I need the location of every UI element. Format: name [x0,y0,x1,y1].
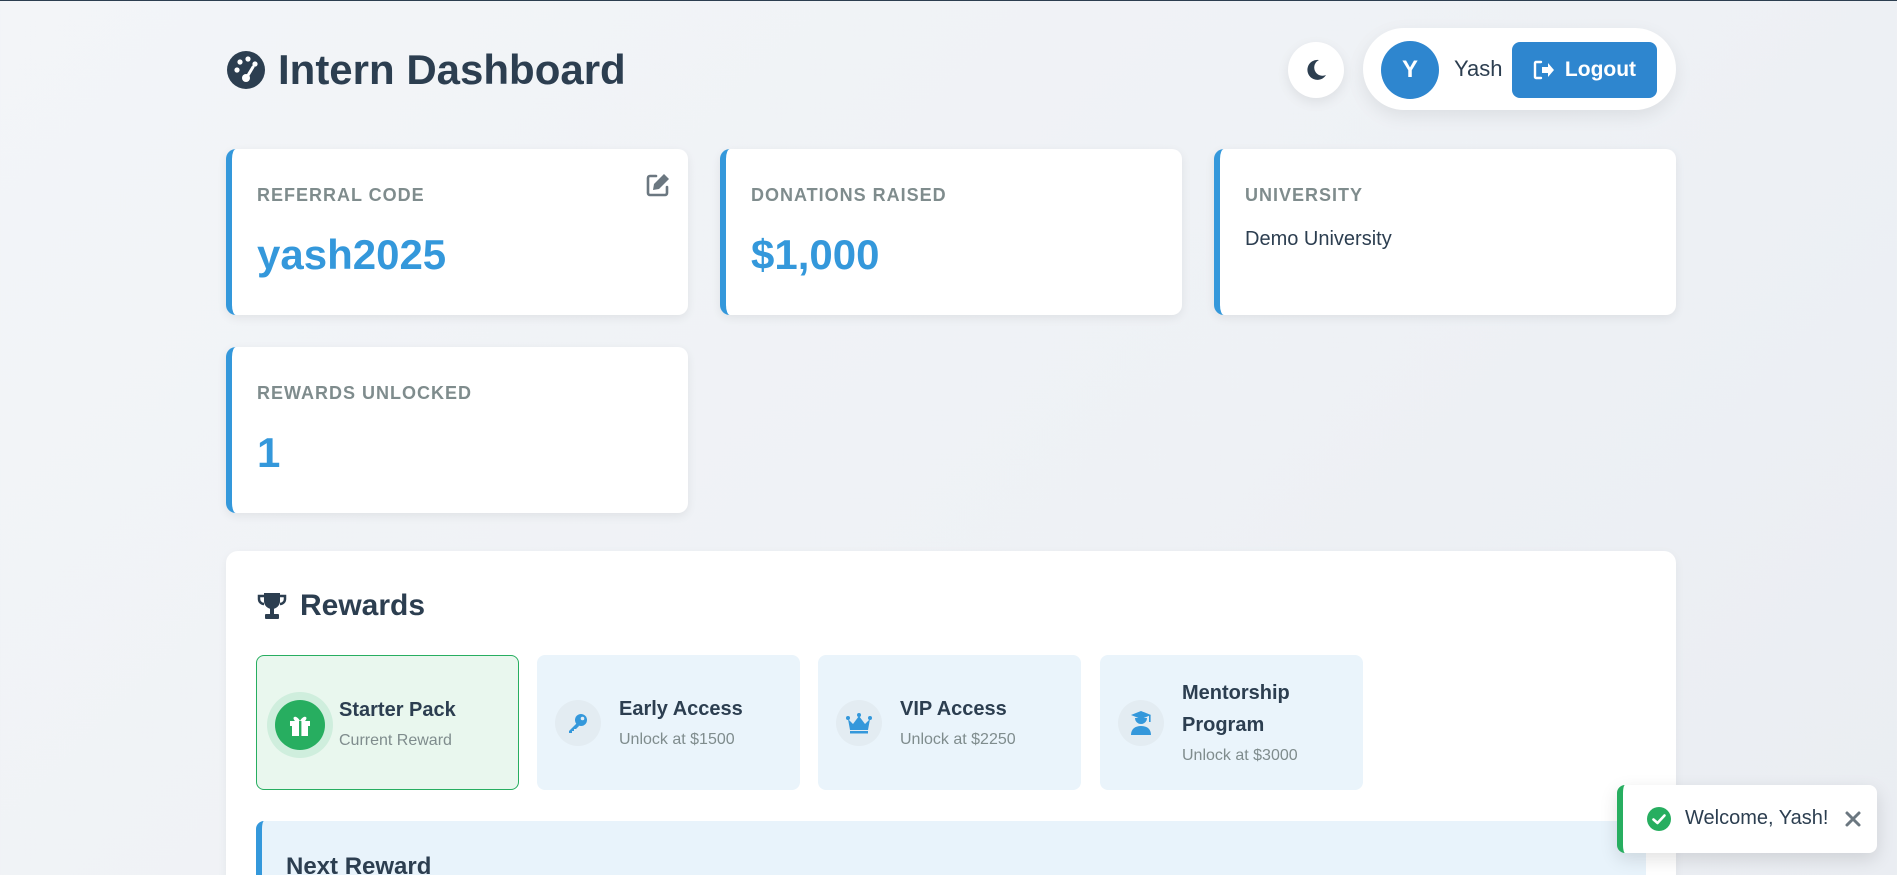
sign-out-icon [1533,60,1554,80]
stat-card-university: UNIVERSITY Demo University [1214,149,1676,315]
reward-icon-wrap [267,692,333,758]
reward-status: Unlock at $3000 [1182,747,1298,764]
reward-card-starter-pack[interactable]: Starter Pack Current Reward [256,655,519,790]
avatar[interactable]: Y [1381,41,1439,99]
reward-name: VIP Access [900,698,1007,720]
rewards-panel: Rewards Starter Pack Current Reward Earl… [226,551,1676,875]
theme-toggle-button[interactable] [1288,42,1344,98]
reward-card-early-access[interactable]: Early Access Unlock at $1500 [537,655,800,790]
close-icon[interactable] [1841,807,1865,831]
reward-status: Current Reward [339,732,452,749]
toast-message: Welcome, Yash! [1685,807,1829,829]
reward-card-vip-access[interactable]: VIP Access Unlock at $2250 [818,655,1081,790]
key-icon [569,714,587,733]
gift-icon [290,716,310,736]
reward-icon-wrap [1118,700,1164,746]
header: Intern Dashboard Y Yash Logout [226,28,1676,117]
toast-notification: Welcome, Yash! [1617,785,1877,853]
reward-icon-circle [275,700,325,750]
reward-name: Early Access [619,698,743,720]
avatar-initial: Y [1401,56,1418,83]
stat-value: $1,000 [751,231,880,278]
next-reward-title: Next Reward [286,853,432,875]
stat-card-rewards-unlocked: REWARDS UNLOCKED 1 [226,347,688,513]
page-title-text: Intern Dashboard [278,46,626,93]
reward-icon-wrap [555,700,601,746]
stat-card-donations: DONATIONS RAISED $1,000 [720,149,1182,315]
stat-label: REWARDS UNLOCKED [257,383,473,403]
stat-value: 1 [257,429,281,476]
edit-icon[interactable] [644,171,672,199]
next-reward-section: Next Reward [256,821,1646,875]
tachometer-icon [227,51,265,89]
rewards-title-text: Rewards [300,589,426,622]
trophy-icon [257,593,287,619]
reward-icon-wrap [836,700,882,746]
reward-status: Unlock at $2250 [900,731,1016,748]
stat-label: REFERRAL CODE [257,185,425,205]
logout-button[interactable]: Logout [1512,42,1657,98]
check-circle-icon [1647,807,1671,831]
graduate-icon [1131,711,1151,735]
reward-status: Unlock at $1500 [619,731,735,748]
moon-icon [1307,59,1326,80]
stat-label: DONATIONS RAISED [751,185,947,205]
rewards-title: Rewards [256,589,425,623]
reward-card-mentorship[interactable]: Mentorship Program Unlock at $3000 [1100,655,1363,790]
reward-name: Mentorship Program [1182,682,1290,736]
stat-value: Demo University [1245,228,1392,250]
crown-icon [846,713,872,734]
stat-card-referral-code: REFERRAL CODE yash2025 [226,149,688,315]
page-title: Intern Dashboard [226,46,626,93]
user-name: Yash [1454,56,1503,81]
stat-value: yash2025 [257,231,447,278]
stat-label: UNIVERSITY [1245,185,1364,205]
reward-name: Starter Pack [339,699,456,721]
logout-label: Logout [1564,58,1637,81]
user-menu: Y Yash Logout [1363,28,1676,110]
